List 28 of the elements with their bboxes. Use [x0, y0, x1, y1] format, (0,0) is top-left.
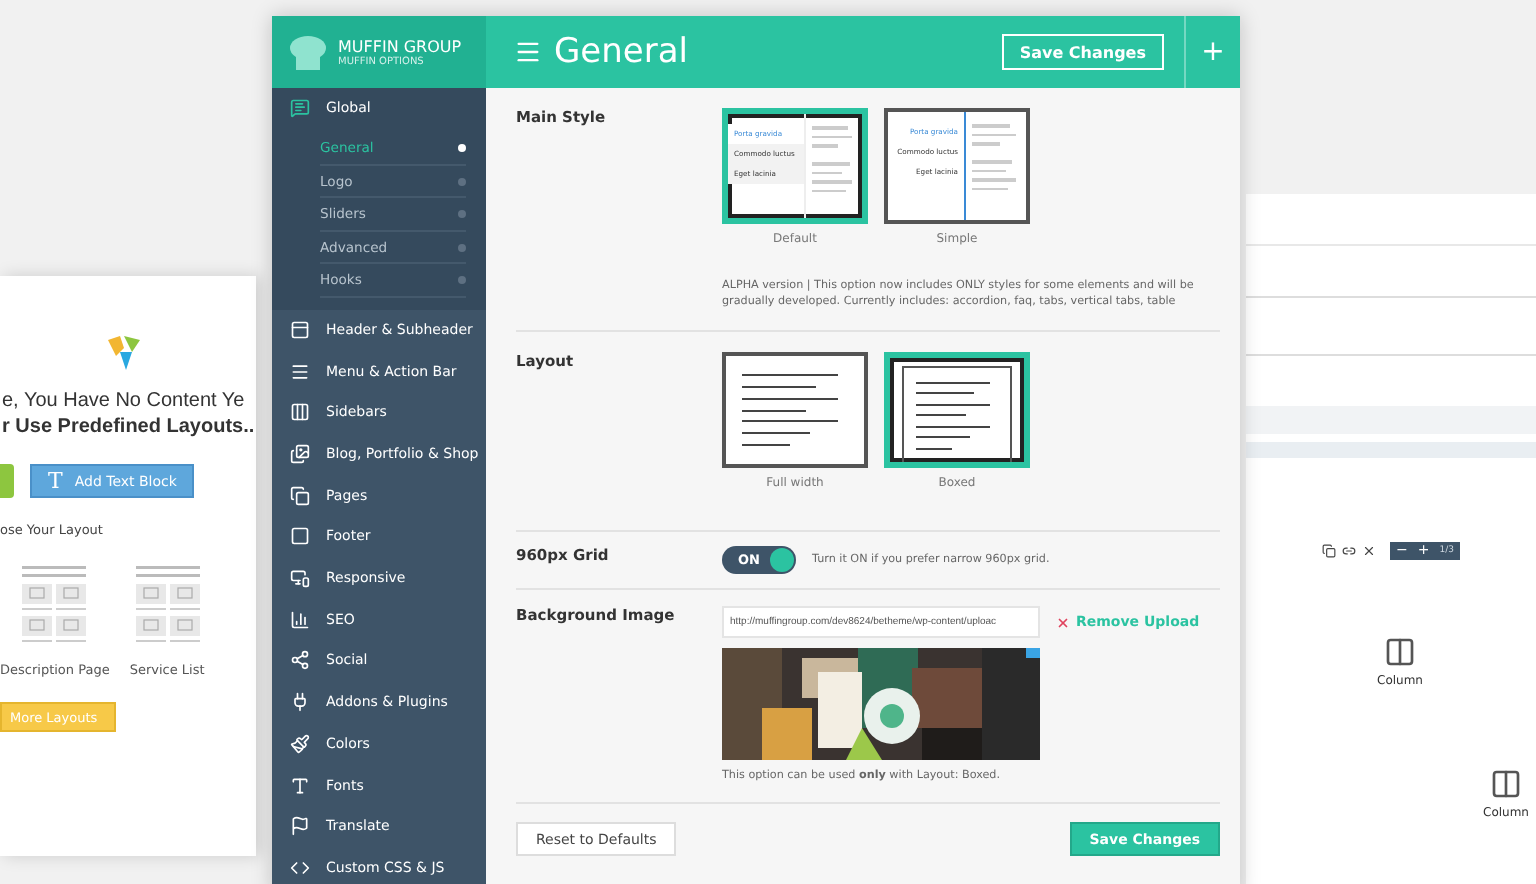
copy-icon[interactable] — [1322, 544, 1336, 558]
sidebar-item-icon — [290, 775, 310, 796]
sidebar-item-icon — [290, 609, 310, 630]
column-icon[interactable] — [1490, 768, 1522, 800]
sidebar-item-icon — [290, 444, 310, 465]
sidebar-item-icon — [290, 361, 310, 382]
sidebar-item-icon — [290, 692, 310, 713]
sidebar-item-icon — [290, 402, 310, 423]
empty-state-heading: e, You Have No Content Ye — [2, 388, 245, 414]
page-title: General — [554, 32, 688, 72]
close-icon[interactable] — [1362, 544, 1376, 558]
sidebar-item-icon — [290, 526, 310, 547]
layout-thumbnail[interactable] — [722, 352, 868, 468]
sidebar-item-icon — [290, 568, 310, 589]
column-icon[interactable] — [1384, 636, 1416, 668]
brand-name: MUFFIN GROUP — [338, 37, 462, 55]
link-icon[interactable] — [1342, 544, 1356, 558]
sidebar-item-icon — [290, 485, 310, 506]
sidebar-item-icon — [290, 98, 310, 119]
muffin-icon — [288, 34, 328, 70]
empty-state-heading: r Use Predefined Layouts.. — [2, 414, 255, 440]
remove-icon — [1056, 615, 1070, 629]
sidebar-item-icon — [290, 816, 310, 837]
sidebar-item-icon — [290, 857, 310, 878]
layout-thumbnail[interactable] — [884, 352, 1030, 468]
sidebar-item-icon — [290, 319, 310, 340]
sidebar-item-icon — [290, 650, 310, 671]
sidebar-item-icon — [290, 733, 310, 754]
